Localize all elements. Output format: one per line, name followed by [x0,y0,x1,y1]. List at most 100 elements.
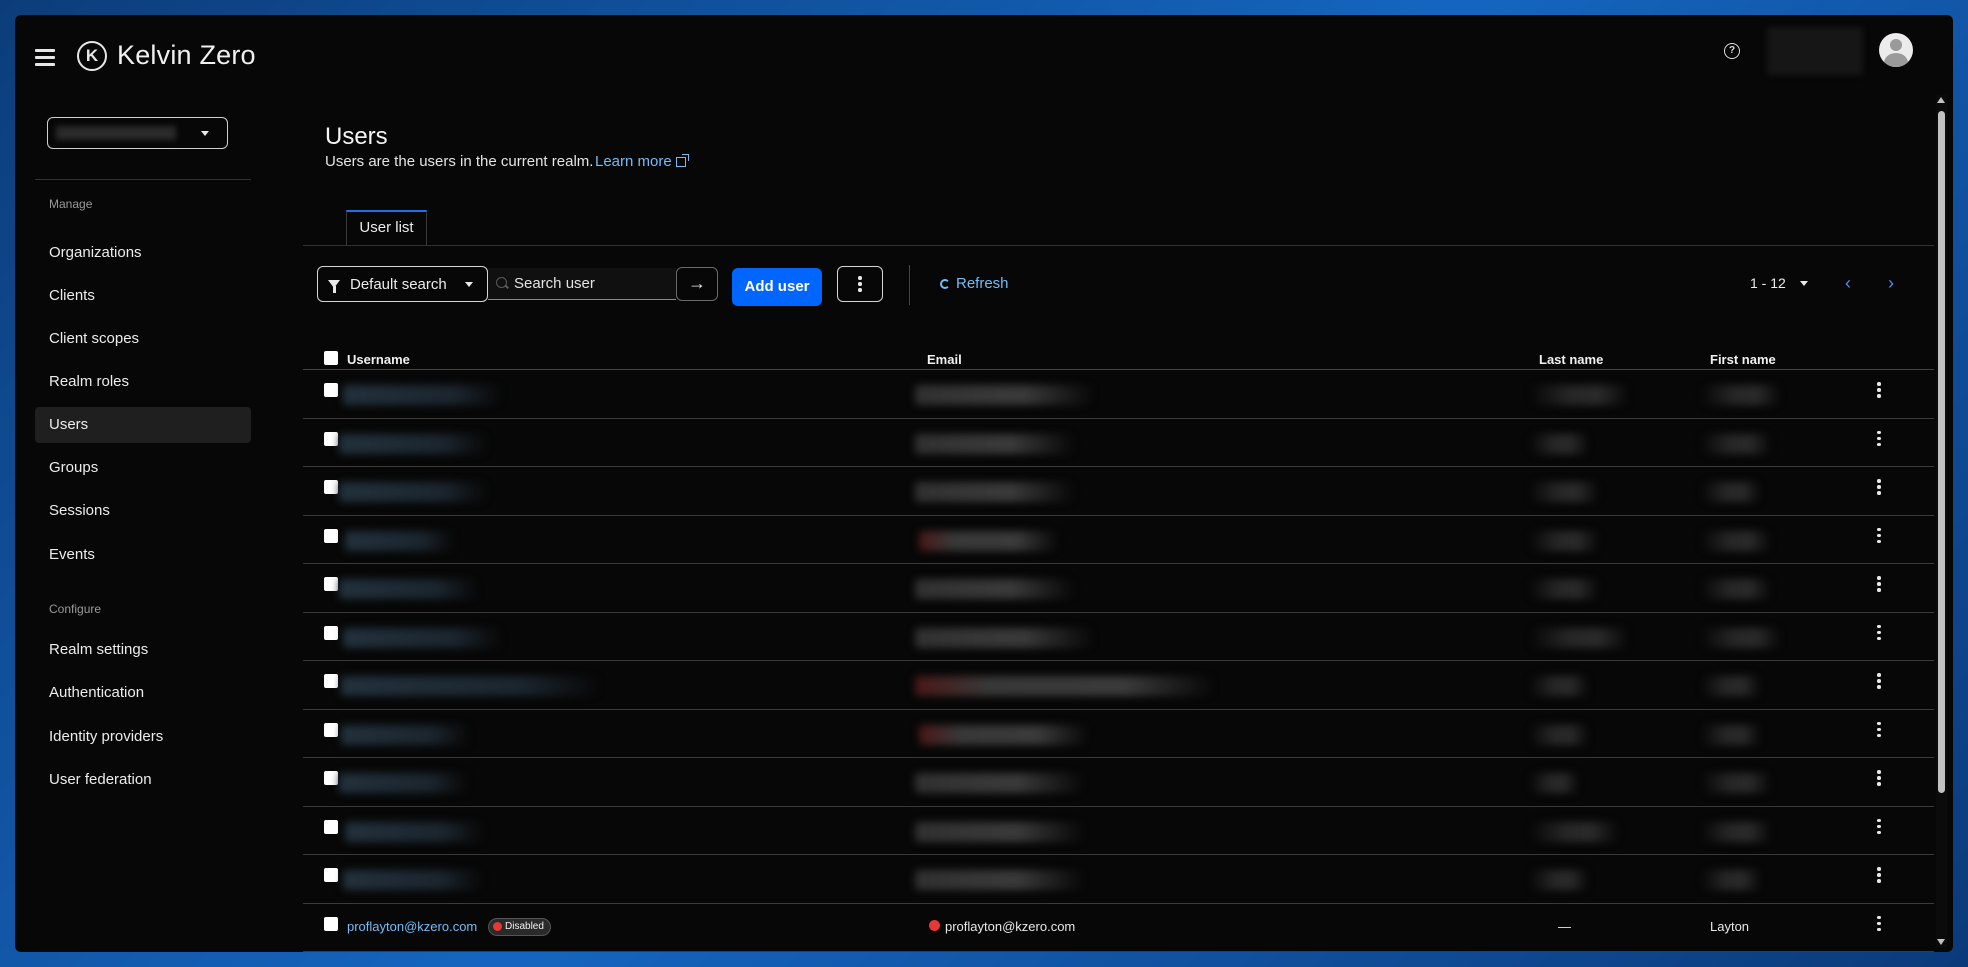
table-row[interactable] [303,613,1934,661]
sidebar-item-client-scopes[interactable]: Client scopes [35,321,251,357]
realm-selector[interactable] [47,117,228,149]
search-type-dropdown[interactable]: Default search [317,266,488,302]
table-row[interactable] [303,855,1934,904]
email-redacted [915,579,1075,599]
first-name-redacted [1701,433,1771,454]
scroll-down-icon[interactable] [1937,939,1945,945]
row-checkbox[interactable] [324,528,338,543]
refresh-icon [940,278,950,289]
row-kebab-icon[interactable] [1877,770,1881,788]
last-name-redacted [1529,433,1589,454]
sidebar-item-realm-roles[interactable]: Realm roles [35,364,251,400]
username-link[interactable]: proflayton@kzero.com [347,919,477,934]
sidebar-item-identity-providers[interactable]: Identity providers [35,719,251,755]
row-kebab-icon[interactable] [1877,915,1881,934]
row-checkbox[interactable] [324,480,338,494]
username-redacted [343,385,503,405]
sidebar-item-groups[interactable]: Groups [35,450,251,486]
column-email[interactable]: Email [927,352,962,367]
table-row[interactable] [303,758,1934,807]
add-user-button[interactable]: Add user [732,268,822,306]
username-redacted [339,579,479,599]
search-submit-button[interactable]: → [676,267,718,301]
row-kebab-icon[interactable] [1877,576,1881,594]
first-name-redacted [1701,482,1761,502]
next-page-button[interactable]: › [1888,273,1894,294]
first-name-redacted [1701,579,1771,599]
search-input[interactable] [488,268,676,300]
hamburger-menu-icon[interactable] [35,49,55,67]
previous-page-button[interactable]: ‹ [1845,273,1851,294]
status-badge-label: Disabled [505,920,544,932]
row-checkbox[interactable] [324,674,338,688]
sidebar-section-manage: Manage [49,197,93,211]
row-kebab-icon[interactable] [1877,527,1881,546]
table-row[interactable] [303,807,1934,855]
learn-more-link[interactable]: Learn more [595,153,689,170]
sidebar-item-user-federation[interactable]: User federation [35,762,251,798]
brand-logo[interactable]: K Kelvin Zero [77,40,256,71]
user-name-redacted[interactable] [1767,27,1863,75]
row-checkbox[interactable] [324,722,338,737]
row-checkbox[interactable] [324,431,338,446]
sidebar-item-sessions[interactable]: Sessions [35,493,251,529]
user-table-body: proflayton@kzero.com Disabled proflayton… [303,370,1934,952]
sidebar-item-realm-settings[interactable]: Realm settings [35,632,251,668]
row-kebab-icon[interactable] [1877,818,1881,837]
row-kebab-icon[interactable] [1877,867,1881,885]
first-name-redacted [1701,724,1761,745]
toolbar-kebab-button[interactable] [837,266,883,302]
column-first-name[interactable]: First name [1710,352,1776,367]
table-row[interactable] [303,370,1934,419]
last-name-redacted [1529,530,1599,551]
tab-user-list[interactable]: User list [346,210,427,246]
table-header: Username Email Last name First name [303,332,1934,370]
avatar[interactable] [1879,33,1913,67]
table-row[interactable] [303,467,1934,516]
row-kebab-icon[interactable] [1877,430,1881,449]
email-redacted [915,433,1075,454]
scroll-thumb[interactable] [1938,111,1945,793]
row-kebab-icon[interactable] [1877,382,1881,400]
row-kebab-icon[interactable] [1877,721,1881,740]
table-row[interactable] [303,516,1934,564]
help-icon[interactable]: ? [1724,43,1740,59]
kelvin-zero-logo-icon: K [77,40,107,71]
column-username[interactable]: Username [347,352,410,367]
email-redacted [919,530,1059,551]
first-name-redacted [1701,676,1761,696]
first-name-redacted [1701,773,1771,793]
pagination-range-dropdown[interactable]: 1 - 12 [1750,275,1808,291]
scroll-up-icon[interactable] [1937,97,1945,103]
select-all-checkbox[interactable] [324,351,338,365]
row-checkbox[interactable] [324,577,338,591]
email-redacted [915,870,1085,890]
scrollbar[interactable] [1936,95,1947,947]
sidebar-item-users[interactable]: Users [35,407,251,443]
row-kebab-icon[interactable] [1877,624,1881,643]
row-kebab-icon[interactable] [1877,479,1881,497]
row-checkbox[interactable] [324,771,338,785]
email-redacted [915,676,1215,696]
sidebar-item-organizations[interactable]: Organizations [35,235,251,271]
sidebar-item-events[interactable]: Events [35,537,251,573]
realm-name-redacted [56,126,176,140]
column-last-name[interactable]: Last name [1539,352,1603,367]
refresh-button[interactable]: Refresh [940,275,1009,292]
table-row[interactable] [303,661,1934,710]
external-link-icon [675,153,689,167]
last-name-redacted [1529,870,1589,890]
sidebar-item-authentication[interactable]: Authentication [35,675,251,711]
row-checkbox[interactable] [324,868,338,882]
table-row[interactable] [303,710,1934,758]
sidebar-item-clients[interactable]: Clients [35,278,251,314]
table-row[interactable] [303,419,1934,467]
row-checkbox[interactable] [324,916,338,931]
table-row[interactable]: proflayton@kzero.com Disabled proflayton… [303,904,1934,952]
row-kebab-icon[interactable] [1877,673,1881,691]
table-row[interactable] [303,564,1934,613]
row-checkbox[interactable] [324,819,338,834]
row-checkbox[interactable] [324,625,338,640]
first-name-redacted [1701,821,1771,842]
row-checkbox[interactable] [324,383,338,397]
